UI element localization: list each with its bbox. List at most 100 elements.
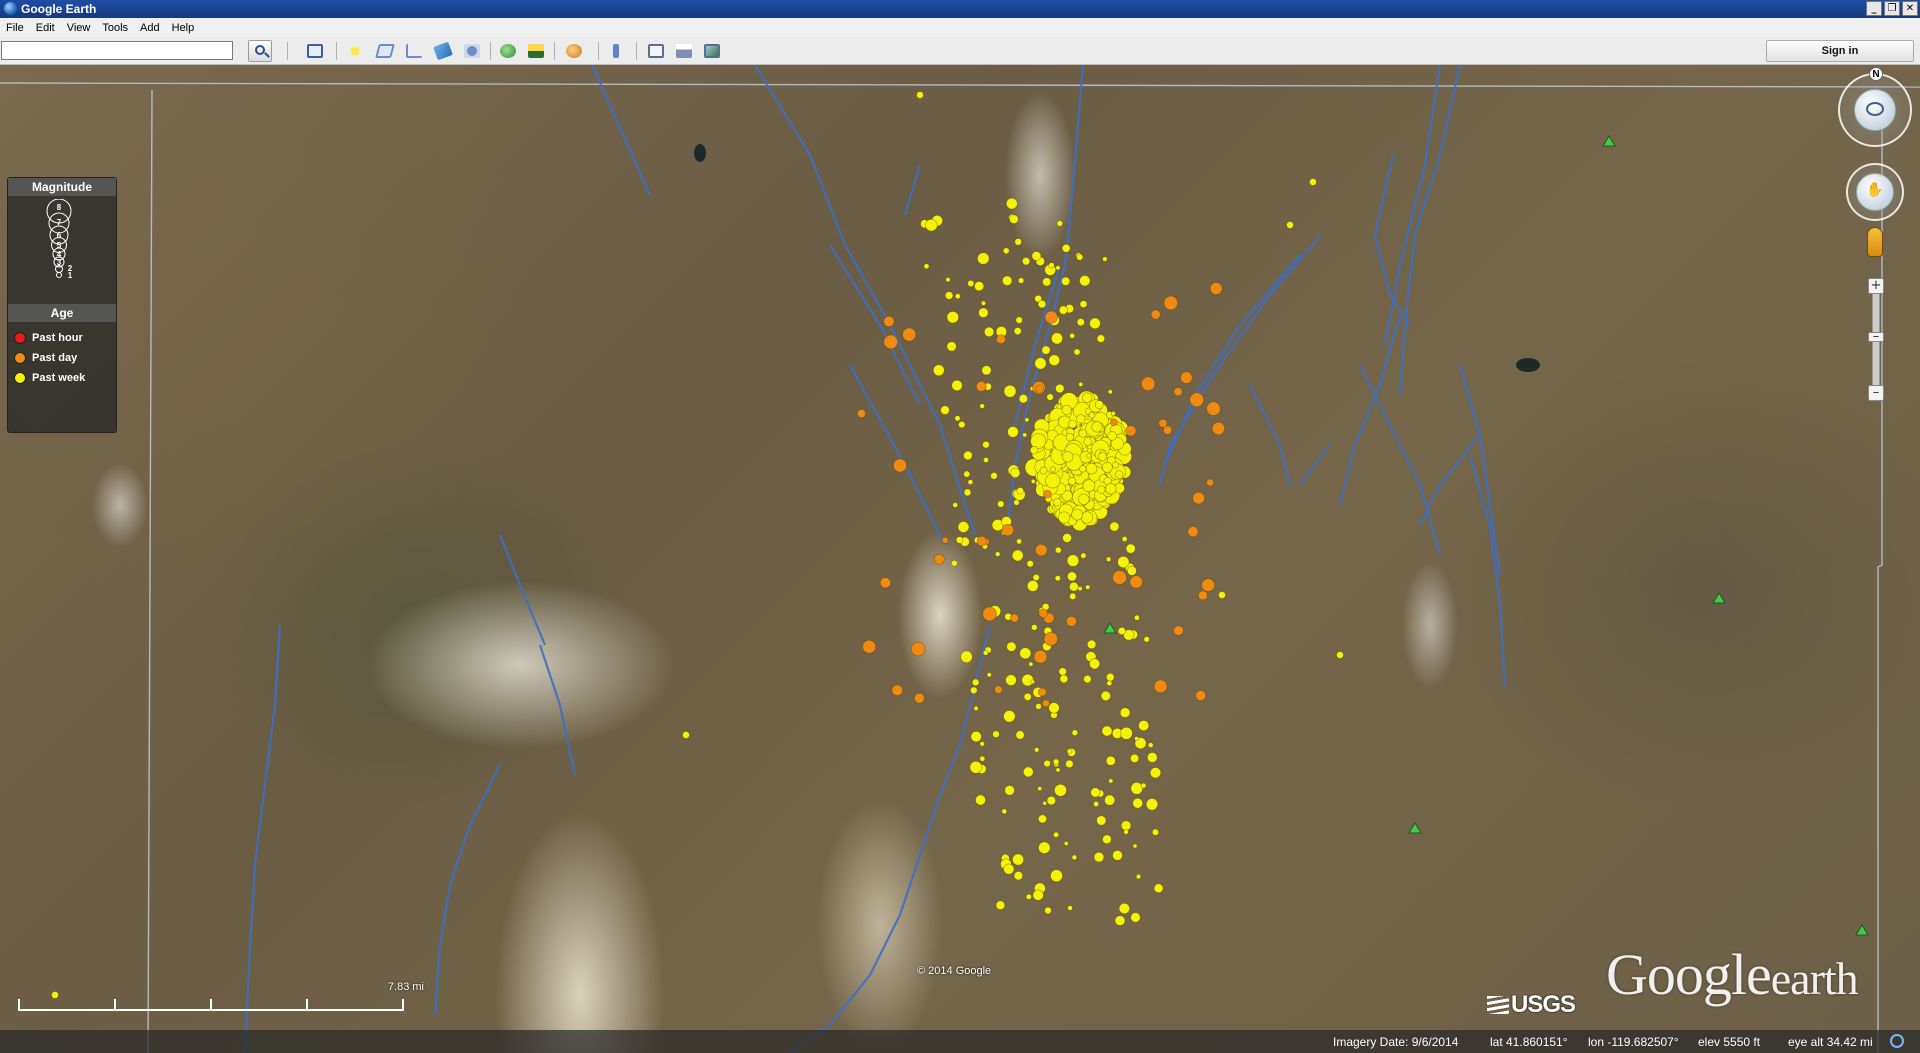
search-button[interactable] <box>248 40 272 62</box>
earthquake-marker <box>963 450 973 461</box>
earthquake-marker <box>1132 843 1138 849</box>
earthquake-marker <box>975 380 987 392</box>
menu-file[interactable]: File <box>0 22 30 34</box>
earthquake-marker <box>1004 785 1015 796</box>
toolbar: Sign in <box>0 37 1920 65</box>
earthquake-marker <box>1010 613 1019 623</box>
record-tour-icon <box>464 44 480 58</box>
copyright-text: © 2014 Google <box>917 965 992 977</box>
print-button[interactable] <box>672 40 696 62</box>
menu-help[interactable]: Help <box>166 22 201 34</box>
earthquake-marker <box>1100 690 1111 702</box>
earthquake-marker <box>975 794 986 806</box>
save-image-icon <box>704 44 720 58</box>
menu-tools[interactable]: Tools <box>96 22 134 34</box>
earthquake-marker <box>1051 332 1063 345</box>
earthquake-marker <box>1038 687 1047 697</box>
minimize-button[interactable]: _ <box>1866 1 1882 16</box>
earthquake-marker <box>682 731 690 739</box>
earthquake-marker <box>1023 766 1034 778</box>
zoom-out-button[interactable]: – <box>1868 385 1884 401</box>
street-view-pegman-icon[interactable] <box>1867 227 1883 257</box>
add-placemark-button[interactable] <box>343 40 367 62</box>
state-boundary-lines <box>0 82 1920 1053</box>
search-input[interactable] <box>1 41 233 60</box>
close-button[interactable]: ✕ <box>1902 1 1918 16</box>
ruler-button[interactable] <box>604 40 628 62</box>
earthquake-marker <box>1054 783 1067 797</box>
latitude-readout: lat 41.860151° <box>1490 1035 1568 1049</box>
earthquake-marker <box>1078 381 1084 387</box>
earthquake-marker <box>957 521 970 533</box>
earthquake-marker <box>1066 554 1080 567</box>
earthquake-marker <box>1135 873 1142 880</box>
earthquake-marker <box>1044 310 1058 324</box>
earthquake-marker <box>1035 544 1048 557</box>
earthquake-marker <box>995 900 1006 910</box>
earthquake-marker <box>1037 786 1042 791</box>
earthquake-marker <box>1048 702 1060 714</box>
earthquake-marker <box>1035 384 1044 394</box>
earthquake-marker <box>986 672 992 678</box>
earthquake-marker <box>1141 376 1156 391</box>
age-item-past-week: Past week <box>14 372 85 384</box>
menu-edit[interactable]: Edit <box>30 22 61 34</box>
save-image-button[interactable] <box>700 40 724 62</box>
add-path-button[interactable] <box>402 40 426 62</box>
earthquake-marker <box>1125 543 1136 554</box>
restore-button[interactable]: ❐ <box>1884 1 1900 16</box>
earthquake-marker <box>1106 680 1113 687</box>
earthquake-marker <box>883 315 895 327</box>
zoom-in-button[interactable]: + <box>1868 278 1884 294</box>
add-polygon-button[interactable] <box>373 40 397 62</box>
north-indicator[interactable]: N <box>1869 67 1883 81</box>
earthquake-marker <box>1071 508 1083 521</box>
toolbar-divider <box>336 42 337 60</box>
magnitude-circles-icon: 8 7 6 5 4 3 2 1 <box>46 198 73 280</box>
record-tour-button[interactable] <box>460 40 484 62</box>
sidebar-button[interactable] <box>303 40 327 62</box>
zoom-slider-thumb[interactable]: – <box>1868 330 1884 343</box>
earthquake-marker <box>979 741 985 747</box>
earthquake-marker <box>1187 526 1199 538</box>
historical-imagery-icon <box>500 44 516 58</box>
earthquake-marker <box>1198 590 1208 601</box>
earthquake-marker <box>1052 498 1062 507</box>
earthquake-marker <box>974 281 985 292</box>
path-icon <box>406 44 422 58</box>
toolbar-divider <box>598 42 599 60</box>
map-view[interactable]: Magnitude 8 7 6 5 4 3 2 1 Age Past hour … <box>0 65 1920 1053</box>
menu-view[interactable]: View <box>61 22 97 34</box>
earthquake-marker <box>980 300 986 306</box>
earthquake-marker <box>1085 462 1098 475</box>
longitude-readout: lon -119.682507° <box>1588 1035 1679 1049</box>
earthquake-marker <box>1015 730 1025 740</box>
sunlight-icon <box>528 44 544 58</box>
magnitude-scale: 8 7 6 5 4 3 2 1 <box>8 198 118 287</box>
earthquake-marker <box>1073 348 1081 356</box>
earthquake-marker <box>941 536 949 544</box>
earthquake-marker <box>1016 538 1022 545</box>
earthquake-marker <box>1211 421 1225 435</box>
sunlight-button[interactable] <box>524 40 548 62</box>
earthquake-marker <box>977 252 990 265</box>
menu-add[interactable]: Add <box>134 22 166 34</box>
email-button[interactable] <box>644 40 668 62</box>
earthquake-marker <box>1029 446 1039 455</box>
streaming-globe-icon <box>1890 1034 1904 1048</box>
earthquake-marker <box>1055 383 1065 394</box>
earthquake-marker <box>1039 466 1048 475</box>
earthquake-marker <box>1107 431 1117 441</box>
earthquake-marker <box>1093 851 1105 863</box>
historical-imagery-button[interactable] <box>496 40 520 62</box>
earthquake-marker <box>923 263 930 270</box>
earthquake-marker <box>1048 354 1061 366</box>
earthquake-marker <box>1134 736 1139 741</box>
planets-button[interactable] <box>562 40 586 62</box>
earthquake-marker <box>1093 800 1100 807</box>
sign-in-button[interactable]: Sign in <box>1766 40 1914 62</box>
earthquake-marker <box>1110 410 1116 416</box>
earthquake-marker <box>1149 767 1162 779</box>
earthquake-marker <box>1173 387 1183 397</box>
add-image-overlay-button[interactable] <box>431 40 455 62</box>
